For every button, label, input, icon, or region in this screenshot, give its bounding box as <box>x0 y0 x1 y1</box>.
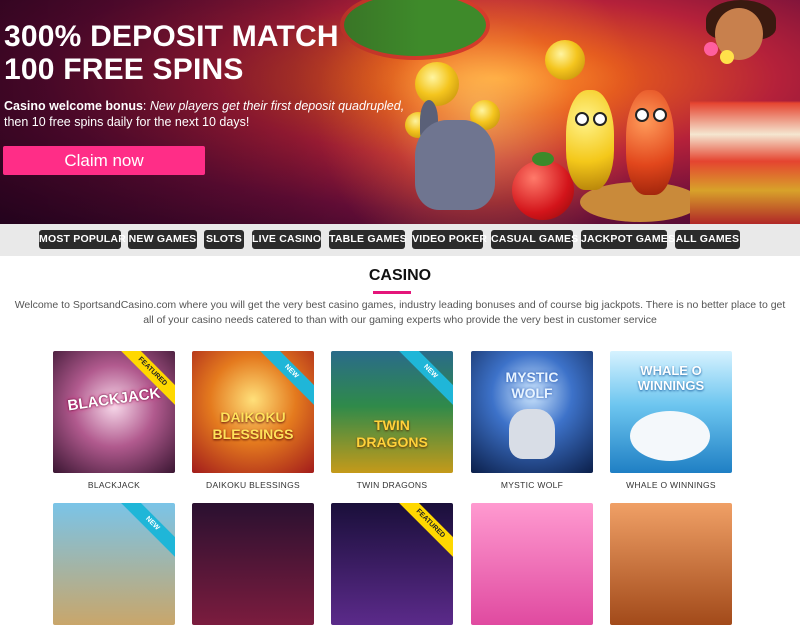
red-pepper-character <box>626 90 674 195</box>
nav-all-games[interactable]: ALL GAMES <box>675 230 740 249</box>
game-art-title: BLACKJACK <box>66 384 162 415</box>
game-tile[interactable] <box>471 503 593 625</box>
nav-most-popular[interactable]: MOST POPULAR <box>39 230 126 249</box>
tomato-character <box>512 160 574 220</box>
section-title: CASINO <box>368 267 432 284</box>
game-name[interactable]: DAIKOKU BLESSINGS <box>192 480 314 490</box>
nav-jackpot-games[interactable]: JACKPOT GAMES <box>581 230 675 249</box>
game-category-nav: MOST POPULAR NEW GAMES SLOTS LIVE CASINO… <box>0 224 800 256</box>
game-art-title: DAIKOKU BLESSINGS <box>212 409 294 442</box>
featured-badge: FEATURED <box>393 503 453 561</box>
game-tile-daikoku-blessings[interactable]: DAIKOKU BLESSINGS NEW <box>192 351 314 473</box>
donkey-character <box>415 120 495 210</box>
game-name[interactable]: MYSTIC WOLF <box>471 480 593 490</box>
hero-description: Casino welcome bonus: New players get th… <box>4 99 405 129</box>
eye-decoration <box>575 112 589 126</box>
hero-headline: 300% DEPOSIT MATCH 100 FREE SPINS <box>4 20 339 86</box>
game-tile-whale-o-winnings[interactable]: WHALE O WINNINGS <box>610 351 732 473</box>
game-tile[interactable] <box>610 503 732 625</box>
game-art-title: WHALE O WINNINGS <box>637 363 705 393</box>
headline-line-1: 300% DEPOSIT MATCH <box>4 20 339 53</box>
headline-line-2: 100 FREE SPINS <box>4 53 244 86</box>
section-intro: Welcome to SportsandCasino.com where you… <box>14 299 786 326</box>
eye-decoration <box>635 108 649 122</box>
game-art-title: MYSTIC WOLF <box>505 369 559 401</box>
game-name[interactable]: TWIN DRAGONS <box>331 480 453 490</box>
game-name[interactable]: BLACKJACK <box>53 480 175 490</box>
leaf-decoration <box>532 152 554 166</box>
nav-live-casino[interactable]: LIVE CASINO <box>252 230 321 249</box>
whale-decoration <box>630 411 710 461</box>
game-name[interactable]: WHALE O WINNINGS <box>610 480 732 490</box>
title-underline <box>373 291 411 294</box>
yellow-pepper-character <box>566 90 614 190</box>
coin-icon <box>545 40 585 80</box>
game-tile[interactable]: NEW <box>53 503 175 625</box>
bonus-rest-text: then 10 free spins daily for the next 10… <box>4 115 250 129</box>
bonus-italic-text: New players get their first deposit quad… <box>149 99 405 113</box>
flower-icon <box>704 42 718 56</box>
new-badge: NEW <box>115 503 175 561</box>
game-tile-twin-dragons[interactable]: TWIN DRAGONS NEW <box>331 351 453 473</box>
game-tile-blackjack[interactable]: BLACKJACK FEATURED <box>53 351 175 473</box>
eye-decoration <box>653 108 667 122</box>
nav-new-games[interactable]: NEW GAMES <box>128 230 197 249</box>
game-tile[interactable] <box>192 503 314 625</box>
nav-casual-games[interactable]: CASUAL GAMES <box>491 230 578 249</box>
game-tile[interactable]: FEATURED <box>331 503 453 625</box>
new-badge: NEW <box>393 351 453 409</box>
hero-banner: 300% DEPOSIT MATCH 100 FREE SPINS Casino… <box>0 0 800 224</box>
claim-now-button[interactable]: Claim now <box>3 146 205 175</box>
game-tile-mystic-wolf[interactable]: MYSTIC WOLF <box>471 351 593 473</box>
eye-decoration <box>593 112 607 126</box>
new-badge: NEW <box>254 351 314 409</box>
nav-table-games[interactable]: TABLE GAMES <box>329 230 407 249</box>
bonus-label: Casino welcome bonus <box>4 99 143 113</box>
game-art-title: TWIN DRAGONS <box>356 417 428 450</box>
nav-slots[interactable]: SLOTS <box>204 230 244 249</box>
flower-icon <box>720 50 734 64</box>
nav-video-poker[interactable]: VIDEO POKER <box>412 230 487 249</box>
wolf-decoration <box>509 409 555 459</box>
